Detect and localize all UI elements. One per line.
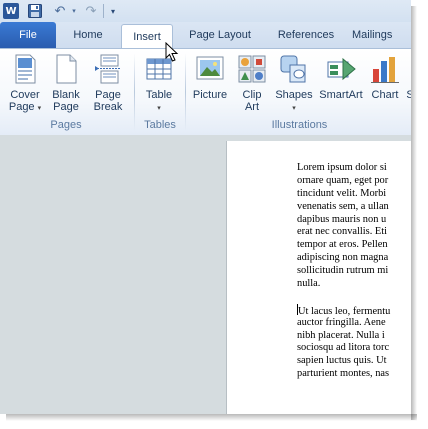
customize-qat-icon[interactable]: ▾ [108, 3, 118, 19]
tab-file[interactable]: File [0, 22, 56, 48]
blank-page-button[interactable]: Blank Page [49, 53, 83, 113]
smartart-label: SmartArt [319, 89, 363, 101]
chart-icon [369, 53, 401, 85]
text-line: tempor at eros. Pellen [297, 239, 388, 251]
mouse-pointer-icon [165, 41, 179, 62]
text-line: dapibus mauris non u [297, 213, 387, 225]
word-window: W ↶ ▾ ↷ ▾ File Home Insert Page Layout R… [0, 0, 411, 414]
chevron-down-icon: ▾ [157, 105, 161, 112]
chart-button[interactable]: Chart [368, 53, 402, 101]
picture-button[interactable]: Picture [190, 53, 230, 101]
smartart-icon [325, 53, 357, 85]
text-line: parturient montes, nas [297, 368, 390, 380]
page-break-label-1: Page [95, 89, 121, 101]
clip-art-icon [236, 53, 268, 85]
undo-dropdown-icon[interactable]: ▾ [70, 3, 78, 19]
chevron-down-icon: ▾ [37, 105, 42, 112]
paragraph-1[interactable]: Lorem ipsum dolor si ornare quam, eget p… [297, 162, 411, 291]
page-break-label-2: Break [93, 101, 123, 113]
cover-page-button[interactable]: Cover Page ▾ [6, 53, 44, 115]
smartart-button[interactable]: SmartArt [318, 53, 364, 101]
blank-page-icon [50, 53, 82, 85]
tab-references[interactable]: References [268, 22, 344, 48]
insert-ribbon: Cover Page ▾ Blank Page Page Break Pages… [0, 48, 411, 136]
chart-label: Chart [371, 89, 399, 101]
cover-page-icon [9, 53, 41, 85]
text-line: sollicitudin rutrum mi [297, 265, 389, 277]
redo-icon[interactable]: ↷ [84, 3, 98, 19]
group-separator [134, 53, 135, 131]
text-line: adipiscing non magna [297, 252, 389, 264]
picture-label: Picture [192, 89, 228, 101]
window-shadow [6, 414, 417, 421]
table-button[interactable]: Table ▾ [142, 53, 176, 115]
text-line: tincidunt velit. Morbi [297, 187, 387, 199]
text-line: venenatis sem, a ullan [297, 200, 389, 212]
page-break-button[interactable]: Page Break [90, 53, 126, 113]
quick-access-toolbar: W ↶ ▾ ↷ ▾ [0, 0, 411, 22]
shapes-icon [278, 53, 310, 85]
text-line: Ut lacus leo, fermentu [298, 305, 391, 317]
page-break-icon [92, 53, 124, 85]
shapes-label: Shapes [275, 89, 313, 101]
window-shadow [411, 6, 417, 420]
word-app-icon[interactable]: W [3, 3, 19, 19]
tab-home[interactable]: Home [62, 22, 114, 48]
text-line: sociosqu ad litora torc [297, 342, 390, 354]
text-line: auctor fringilla. Aene [297, 316, 386, 328]
table-label: Table [145, 89, 173, 101]
document-page[interactable]: Lorem ipsum dolor si ornare quam, eget p… [227, 141, 411, 414]
text-line-with-cursor: Ut lacus leo, fermentu [297, 303, 411, 317]
clip-art-button[interactable]: Clip Art [236, 53, 268, 113]
paragraph-2[interactable]: Ut lacus leo, fermentu auctor fringilla.… [297, 303, 411, 381]
cover-page-label-1: Cover [10, 89, 40, 101]
qat-separator [103, 4, 104, 18]
ribbon-tab-row: File Home Insert Page Layout References … [0, 22, 411, 49]
blank-page-label-2: Page [53, 101, 79, 113]
text-line: nibh placerat. Nulla i [297, 329, 385, 341]
save-icon[interactable] [28, 3, 42, 19]
tab-mailings[interactable]: Mailings [352, 22, 411, 48]
tab-page-layout[interactable]: Page Layout [180, 22, 260, 48]
document-text[interactable]: Lorem ipsum dolor si ornare quam, eget p… [297, 162, 411, 394]
text-line: nulla. [297, 278, 321, 290]
shapes-button[interactable]: Shapes ▾ [274, 53, 314, 115]
text-line: Lorem ipsum dolor si [297, 162, 387, 173]
text-line: ornare quam, eget por [297, 174, 389, 186]
group-label-illustrations: Illustrations [271, 119, 328, 131]
picture-icon [194, 53, 226, 85]
cover-page-label-2: Page [8, 101, 35, 113]
clip-art-label-2: Art [244, 101, 260, 113]
text-line: sapien luctus quis. Ut [297, 355, 387, 367]
group-label-tables: Tables [144, 119, 176, 131]
text-line: erat nec convallis. Eti [297, 226, 388, 238]
document-area[interactable]: Lorem ipsum dolor si ornare quam, eget p… [0, 135, 411, 414]
group-separator [185, 53, 186, 131]
clip-art-label-1: Clip [242, 89, 262, 101]
undo-icon[interactable]: ↶ [52, 3, 68, 19]
blank-page-label-1: Blank [52, 89, 80, 101]
chevron-down-icon: ▾ [292, 105, 296, 112]
group-label-pages: Pages [50, 119, 82, 131]
